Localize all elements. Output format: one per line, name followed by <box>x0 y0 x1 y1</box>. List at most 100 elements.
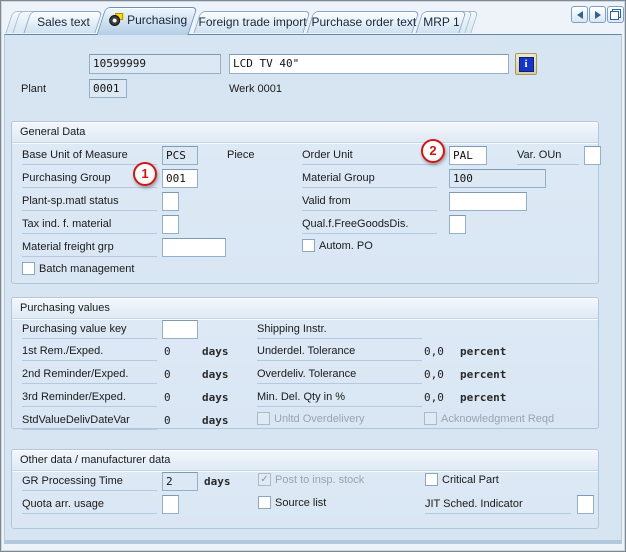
left-arrow-icon <box>577 11 583 19</box>
tab-scroll-right-button[interactable] <box>589 6 606 23</box>
other-data-title: Other data / manufacturer data <box>20 454 170 466</box>
plant-status-label: Plant-sp.matl status <box>22 195 157 211</box>
checkbox-box <box>302 239 315 252</box>
general-data-groupbox: General Data Base Unit of Measure PCS Pi… <box>11 121 599 284</box>
acknowledgment-reqd-checkbox: Acknowledgment Reqd <box>424 412 554 425</box>
tab-label: Purchase order text <box>311 12 415 29</box>
min-del-qty-unit: percent <box>460 391 506 404</box>
base-unit-description: Piece <box>227 149 255 164</box>
base-unit-label: Base Unit of Measure <box>22 149 157 165</box>
unltd-overdelivery-checkbox: Unltd Overdelivery <box>257 412 364 425</box>
checkbox-label: Acknowledgment Reqd <box>441 413 554 425</box>
plant-label: Plant <box>21 83 46 98</box>
sap-material-purchasing-window: Sales text Purchasing Foreign trade impo… <box>0 0 626 552</box>
checkbox-label: Unltd Overdelivery <box>274 413 364 425</box>
groupbox-divider <box>12 142 598 144</box>
min-del-qty-value: 0,0 <box>424 391 444 404</box>
plant-field: 0001 <box>89 79 127 98</box>
material-group-label: Material Group <box>302 172 437 188</box>
overdeliv-tolerance-label: Overdeliv. Tolerance <box>257 368 422 384</box>
tab-list-icon <box>610 9 621 20</box>
plant-status-field[interactable] <box>162 192 179 211</box>
var-oun-field[interactable] <box>584 146 601 165</box>
var-oun-label: Var. OUn <box>517 149 579 165</box>
groupbox-divider <box>12 470 598 472</box>
valid-from-field[interactable] <box>449 192 527 211</box>
gr-processing-time-label: GR Processing Time <box>22 475 157 491</box>
checkbox-label: Post to insp. stock <box>275 474 364 486</box>
material-description-field[interactable]: LCD TV 40" <box>229 54 509 74</box>
critical-part-checkbox[interactable]: Critical Part <box>425 473 499 486</box>
groupbox-divider <box>12 318 598 320</box>
tab-overview-button[interactable] <box>607 6 624 23</box>
tab-label: Sales text <box>28 12 98 29</box>
underdel-tolerance-value: 0,0 <box>424 345 444 358</box>
tab-mrp-1[interactable]: MRP 1 <box>415 11 466 33</box>
tab-label: Foreign trade import <box>198 12 306 29</box>
freight-group-label: Material freight grp <box>22 241 157 257</box>
checkbox-box <box>257 412 270 425</box>
purchasing-value-key-field[interactable] <box>162 320 198 339</box>
jit-sched-indicator-field[interactable] <box>577 495 594 514</box>
purchasing-group-field[interactable]: 001 <box>162 169 198 188</box>
purchasing-values-title: Purchasing values <box>20 302 110 314</box>
std-deliv-date-var-label: StdValueDelivDateVar <box>22 414 157 430</box>
material-group-field: 100 <box>449 169 546 188</box>
purchasing-value-key-label: Purchasing value key <box>22 323 157 339</box>
annotation-circle-2: 2 <box>421 139 445 163</box>
quota-arr-usage-field[interactable] <box>162 495 179 514</box>
jit-sched-indicator-label: JIT Sched. Indicator <box>425 498 571 514</box>
tab-label: Purchasing <box>127 13 187 27</box>
min-del-qty-label: Min. Del. Qty in % <box>257 391 422 407</box>
order-unit-label: Order Unit <box>302 149 437 165</box>
std-deliv-date-var-value: 0 <box>164 414 171 427</box>
plant-description-text: Werk 0001 <box>229 83 282 98</box>
purchasing-tab-icon <box>109 13 124 26</box>
checkbox-label: Autom. PO <box>319 240 373 252</box>
checkbox-checkmark-icon: ✓ <box>258 473 271 486</box>
underdel-tolerance-label: Underdel. Tolerance <box>257 345 422 361</box>
batch-management-checkbox[interactable]: Batch management <box>22 262 134 275</box>
rem3-unit: days <box>202 391 229 404</box>
checkbox-box <box>425 473 438 486</box>
tax-ind-label: Tax ind. f. material <box>22 218 157 234</box>
purchasing-values-groupbox: Purchasing values Purchasing value key S… <box>11 297 599 429</box>
info-button[interactable]: i <box>515 53 537 75</box>
tab-label: MRP 1 <box>420 12 462 29</box>
overdeliv-tolerance-unit: percent <box>460 368 506 381</box>
right-arrow-icon <box>595 11 601 19</box>
source-list-checkbox[interactable]: Source list <box>258 496 326 509</box>
shipping-instr-label: Shipping Instr. <box>257 323 422 339</box>
tab-purchase-order-text[interactable]: Purchase order text <box>306 11 419 33</box>
annotation-circle-1: 1 <box>133 162 157 186</box>
checkbox-box <box>22 262 35 275</box>
qual-free-goods-field[interactable] <box>449 215 466 234</box>
rem2-unit: days <box>202 368 229 381</box>
tax-ind-field[interactable] <box>162 215 179 234</box>
checkbox-label: Critical Part <box>442 474 499 486</box>
quota-arr-usage-label: Quota arr. usage <box>22 498 157 514</box>
rem2-label: 2nd Reminder/Exped. <box>22 368 157 384</box>
rem2-value: 0 <box>164 368 171 381</box>
autom-po-checkbox[interactable]: Autom. PO <box>302 239 373 252</box>
valid-from-label: Valid from <box>302 195 437 211</box>
order-unit-field[interactable]: PAL <box>449 146 487 165</box>
tab-purchasing[interactable]: Purchasing <box>96 7 197 35</box>
std-deliv-date-var-unit: days <box>202 414 229 427</box>
tab-foreign-trade-import[interactable]: Foreign trade import <box>193 11 310 33</box>
info-icon: i <box>519 57 534 72</box>
freight-group-field[interactable] <box>162 238 226 257</box>
checkbox-label: Batch management <box>39 263 134 275</box>
rem1-value: 0 <box>164 345 171 358</box>
other-data-groupbox: Other data / manufacturer data GR Proces… <box>11 449 599 529</box>
base-unit-field: PCS <box>162 146 198 165</box>
general-data-title: General Data <box>20 126 85 138</box>
post-to-insp-stock-checkbox: ✓ Post to insp. stock <box>258 473 364 486</box>
qual-free-goods-label: Qual.f.FreeGoodsDis. <box>302 218 437 234</box>
tab-sales-text[interactable]: Sales text <box>23 11 102 33</box>
checkbox-label: Source list <box>275 497 326 509</box>
rem1-unit: days <box>202 345 229 358</box>
tab-scroll-left-button[interactable] <box>571 6 588 23</box>
gr-processing-time-unit: days <box>204 475 231 488</box>
rem1-label: 1st Rem./Exped. <box>22 345 157 361</box>
